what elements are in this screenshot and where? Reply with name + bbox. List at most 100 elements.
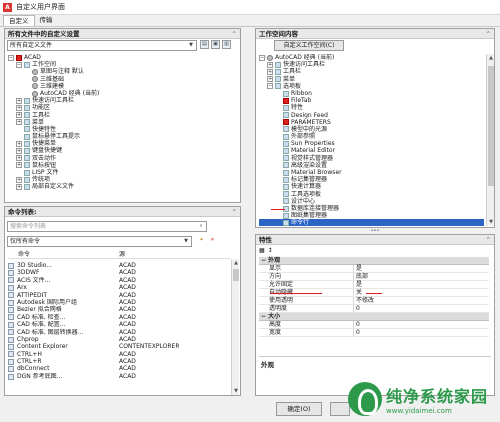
panel-splitter[interactable]: ••• [255, 229, 495, 234]
collapse-icon[interactable]: − [267, 83, 273, 90]
tree-item[interactable]: 草图与注释 默认 [8, 68, 230, 75]
property-row[interactable]: 允许固定是 [259, 281, 489, 289]
cancel-button[interactable] [330, 402, 350, 416]
command-row[interactable]: Content Explorer CONTENTEXPLORER [8, 343, 230, 350]
property-category[interactable]: − 大小 [259, 313, 489, 321]
tree-item[interactable]: − 选项板 [259, 83, 484, 90]
tree-item[interactable]: 模型中的光源 [259, 126, 484, 133]
expand-icon[interactable]: + [16, 176, 22, 183]
command-list-scrollbar[interactable]: ▲ ▼ [231, 259, 239, 395]
tree-item[interactable]: + 菜单 [259, 76, 484, 83]
customization-file-dropdown[interactable]: 所有自定义文件 ▼ [7, 40, 197, 51]
property-row[interactable]: 高度 0 [259, 321, 489, 329]
customize-workspace-button[interactable]: 自定义工作空间(C) [274, 40, 344, 51]
tree-item[interactable]: + 工具栏 [8, 112, 230, 119]
tree-item[interactable]: + 键盘快捷键 [8, 147, 230, 154]
property-category[interactable]: − 外观 [259, 257, 489, 265]
collapse-icon[interactable]: − [8, 54, 14, 61]
tree-item[interactable]: + 局部自定义文件 [8, 183, 230, 190]
expand-icon[interactable]: + [16, 183, 22, 190]
command-row[interactable]: ATTIPEDIT ACAD [8, 292, 230, 299]
property-row[interactable]: 宽度 0 [259, 329, 489, 337]
command-list[interactable]: 3D Studio... ACAD 3DDWF ACAD ACIS 文件... ACAD A… [8, 262, 230, 394]
scroll-down-icon[interactable]: ▼ [232, 387, 240, 395]
tree-item[interactable]: 快捷特性 [8, 126, 230, 133]
expand-icon[interactable]: + [267, 76, 273, 83]
tree-item[interactable]: 视觉样式管理器 [259, 155, 484, 162]
command-row[interactable]: ACIS 文件... ACAD [8, 277, 230, 284]
expand-icon[interactable]: + [16, 97, 22, 104]
collapse-icon[interactable]: ⌃ [486, 30, 491, 38]
collapse-icon[interactable]: ⌃ [232, 208, 237, 216]
alphabetic-icon[interactable]: ↕ [268, 247, 273, 255]
property-value[interactable]: 是 [354, 281, 489, 288]
expand-icon[interactable]: + [16, 119, 22, 126]
tree-item[interactable]: 快速计算器 [259, 183, 484, 190]
new-command-icon[interactable]: ✦ [197, 237, 206, 246]
tree-item[interactable]: Design Feed [259, 112, 484, 119]
tree-item[interactable]: + 功能区 [8, 104, 230, 111]
property-value[interactable]: 0 [354, 305, 489, 312]
command-row[interactable]: CAD 标准, 检查... ACAD [8, 314, 230, 321]
tree-item[interactable]: 高级渲染设置 [259, 162, 484, 169]
scrollbar-thumb[interactable] [233, 269, 239, 281]
scroll-down-icon[interactable]: ▼ [487, 218, 495, 226]
property-value[interactable]: 0 [354, 329, 489, 336]
command-row[interactable]: CTRL+H ACAD [8, 351, 230, 358]
categorized-icon[interactable]: ▦ [259, 247, 265, 255]
tab-customize[interactable]: 自定义 [3, 15, 35, 26]
expand-icon[interactable]: + [16, 104, 22, 111]
tree-item[interactable]: 设计中心 [259, 198, 484, 205]
property-value[interactable]: 底部 [354, 273, 489, 280]
command-row[interactable]: CAD 标准, 配置... ACAD [8, 321, 230, 328]
tree-item[interactable]: 三维建模 [8, 83, 230, 90]
tree-item[interactable]: + 工具栏 [259, 68, 484, 75]
collapse-icon[interactable]: ⌃ [232, 30, 237, 38]
workspace-tree[interactable]: − AutoCAD 经典 (当前) + 快速访问工具栏 + 工具栏 + 菜单 − 选项板 Ribbo… [259, 54, 484, 226]
tree-item[interactable]: 特性 [259, 104, 484, 111]
property-row[interactable]: 显示是 [259, 265, 489, 273]
expand-icon[interactable]: + [16, 112, 22, 119]
collapse-icon[interactable]: − [16, 61, 22, 68]
property-value[interactable]: 不修改 [354, 297, 489, 304]
open-file-icon[interactable]: ▤ [200, 40, 209, 49]
scrollbar-thumb[interactable] [488, 66, 494, 186]
command-row[interactable]: CAD 标准, 图层转换器... ACAD [8, 329, 230, 336]
property-row[interactable]: 方向 底部 [259, 273, 489, 281]
collapse-icon[interactable]: − [259, 54, 265, 61]
expand-icon[interactable]: + [267, 68, 273, 75]
command-row[interactable]: Bezier 拟合网格 ACAD [8, 306, 230, 313]
property-row[interactable]: 透明度 0 [259, 305, 489, 313]
tree-item[interactable]: 外部参照 [259, 133, 484, 140]
tree-item[interactable]: 三维基础 [8, 76, 230, 83]
expand-icon[interactable]: + [16, 140, 22, 147]
tree-item[interactable]: PARAMETERS [259, 119, 484, 126]
tree-item[interactable]: Material Editor [259, 147, 484, 154]
tree-item[interactable]: + 双击动作 [8, 155, 230, 162]
collapse-icon[interactable]: ⌃ [486, 236, 491, 244]
customizations-tree[interactable]: − ACAD − 工作空间 草图与注释 默认 三维基础 三维建模 AutoCAD 经典 (当前… [8, 54, 230, 200]
command-filter-dropdown[interactable]: 仅所有命令 ▼ [7, 236, 192, 247]
command-row[interactable]: CTRL+R ACAD [8, 358, 230, 365]
command-search-input[interactable]: 搜索命令列表 ⌕ [7, 221, 207, 232]
scroll-up-icon[interactable]: ▲ [487, 54, 495, 62]
expand-icon[interactable]: + [267, 61, 273, 68]
delete-command-icon[interactable]: ✕ [208, 237, 217, 246]
command-row[interactable]: Autodesk 国际用户组 ACAD [8, 299, 230, 306]
ok-button[interactable]: 确定(O) [276, 402, 322, 416]
source-column-header[interactable]: 源 [119, 251, 125, 258]
save-icon[interactable]: ▣ [211, 40, 220, 49]
tree-item[interactable]: 工具选项板 [259, 191, 484, 198]
tree-item[interactable]: 命令行 [259, 219, 484, 226]
property-row[interactable]: 使用透明 不修改 [259, 297, 489, 305]
command-row[interactable]: Chprop ACAD [8, 336, 230, 343]
property-value[interactable]: 0 [354, 321, 489, 328]
expand-icon[interactable]: + [16, 148, 22, 155]
tree-item[interactable]: Sun Properties [259, 140, 484, 147]
command-row[interactable]: 3DDWF ACAD [8, 269, 230, 276]
command-row[interactable]: DGN 参考底图... ACAD [8, 373, 230, 380]
workspace-tree-scrollbar[interactable]: ▲ ▼ [486, 54, 494, 226]
command-column-header[interactable]: 命令 [8, 251, 119, 258]
load-partial-icon[interactable]: ▥ [222, 40, 231, 49]
command-row[interactable]: Arx ACAD [8, 284, 230, 291]
